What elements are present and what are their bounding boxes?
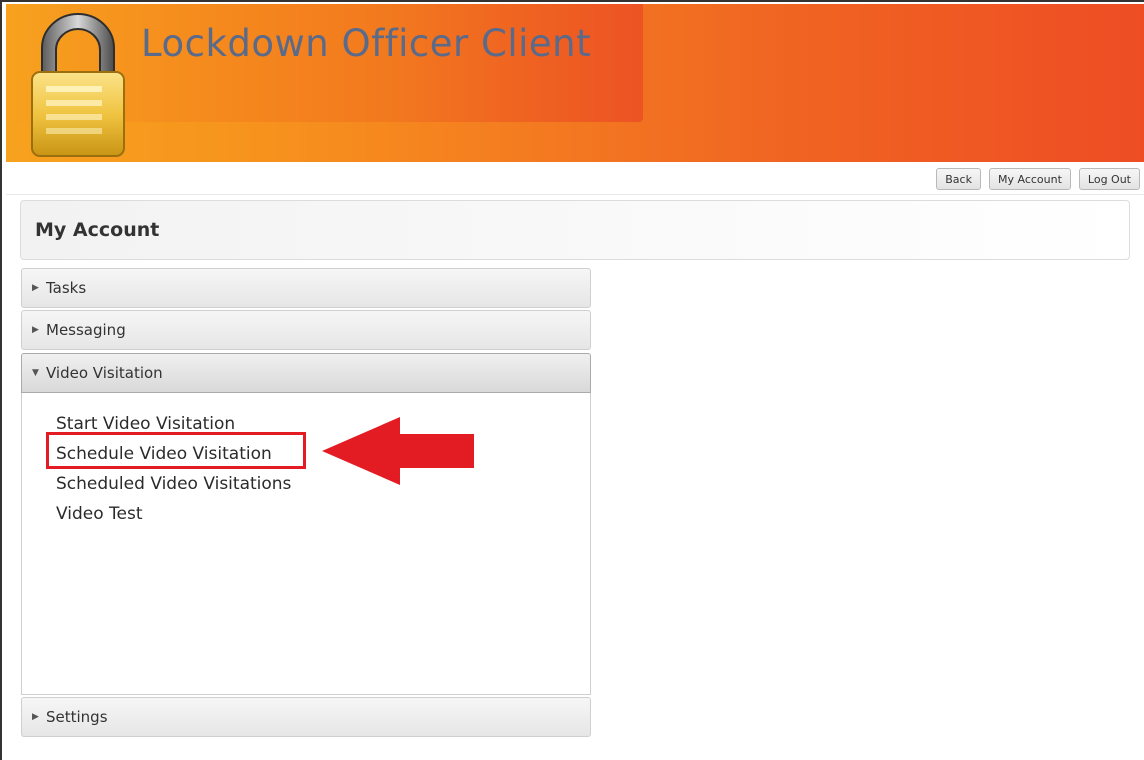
video-visitation-label: Video Visitation: [46, 364, 163, 382]
settings-header[interactable]: ▶ Settings: [21, 697, 591, 737]
video-test-link[interactable]: Video Test: [56, 499, 291, 529]
tasks-label: Tasks: [46, 279, 87, 297]
caret-right-icon: ▶: [32, 712, 39, 722]
video-visitation-header[interactable]: ▼ Video Visitation: [21, 353, 591, 393]
log-out-button[interactable]: Log Out: [1078, 168, 1140, 190]
settings-label: Settings: [46, 708, 108, 726]
back-button[interactable]: Back: [936, 168, 981, 190]
scheduled-video-visitations-link[interactable]: Scheduled Video Visitations: [56, 469, 291, 499]
messaging-label: Messaging: [46, 321, 126, 339]
lock-logo-icon: [31, 13, 125, 157]
page-title-bar: My Account: [20, 200, 1130, 260]
page-title: My Account: [35, 219, 160, 241]
caret-right-icon: ▶: [32, 325, 39, 335]
header-divider: [6, 194, 1144, 195]
red-arrow-icon: [322, 417, 474, 485]
highlight-box: [46, 432, 306, 469]
caret-right-icon: ▶: [32, 283, 39, 293]
accordion-video-visitation[interactable]: ▼ Video Visitation: [21, 353, 591, 393]
messaging-header[interactable]: ▶ Messaging: [21, 310, 591, 350]
accordion-tasks[interactable]: ▶ Tasks: [21, 268, 591, 308]
my-account-button[interactable]: My Account: [988, 168, 1071, 190]
video-links-list: Start Video Visitation Schedule Video Vi…: [56, 409, 291, 529]
accordion-messaging[interactable]: ▶ Messaging: [21, 310, 591, 350]
accordion-settings[interactable]: ▶ Settings: [21, 697, 591, 737]
top-actions: Back My Account Log Out: [936, 168, 1140, 190]
caret-down-icon: ▼: [32, 368, 39, 378]
app-title: Lockdown Officer Client: [141, 22, 592, 65]
tasks-header[interactable]: ▶ Tasks: [21, 268, 591, 308]
